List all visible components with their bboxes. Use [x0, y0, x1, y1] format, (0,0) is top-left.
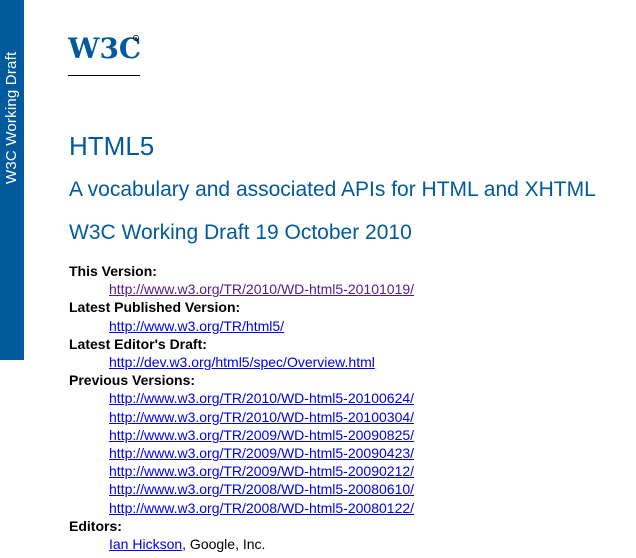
latest-editors-draft-item: http://dev.w3.org/html5/spec/Overview.ht…: [109, 353, 414, 371]
latest-published-item: http://www.w3.org/TR/html5/: [109, 317, 414, 335]
logo-text: W3C: [68, 32, 140, 65]
previous-version-link[interactable]: http://www.w3.org/TR/2009/WD-html5-20090…: [109, 463, 414, 479]
previous-version-item: http://www.w3.org/TR/2008/WD-html5-20080…: [109, 480, 414, 498]
previous-version-item: http://www.w3.org/TR/2008/WD-html5-20080…: [109, 499, 414, 517]
previous-version-link[interactable]: http://www.w3.org/TR/2010/WD-html5-20100…: [109, 409, 414, 425]
previous-version-link[interactable]: http://www.w3.org/TR/2009/WD-html5-20090…: [109, 445, 414, 461]
this-version-item: http://www.w3.org/TR/2010/WD-html5-20101…: [109, 280, 414, 298]
previous-version-item: http://www.w3.org/TR/2009/WD-html5-20090…: [109, 444, 414, 462]
latest-editors-draft-link[interactable]: http://dev.w3.org/html5/spec/Overview.ht…: [109, 354, 375, 370]
latest-editors-draft-label: Latest Editor's Draft:: [69, 335, 207, 352]
page-subtitle: A vocabulary and associated APIs for HTM…: [69, 178, 596, 201]
previous-versions-label: Previous Versions:: [69, 372, 196, 389]
draft-date: W3C Working Draft 19 October 2010: [69, 221, 412, 244]
this-version-link[interactable]: http://www.w3.org/TR/2010/WD-html5-20101…: [109, 281, 414, 297]
previous-version-link[interactable]: http://www.w3.org/TR/2010/WD-html5-20100…: [109, 390, 414, 406]
latest-published-link[interactable]: http://www.w3.org/TR/html5/: [109, 318, 284, 334]
editor-item: Ian Hickson, Google, Inc.: [109, 535, 414, 553]
w3c-logo-icon: W3C R: [68, 28, 140, 76]
editors-label: Editors:: [69, 517, 122, 534]
previous-version-item: http://www.w3.org/TR/2009/WD-html5-20090…: [109, 426, 414, 444]
page-title: HTML5: [69, 131, 155, 161]
status-bar-label: W3C Working Draft: [3, 51, 20, 184]
latest-published-label: Latest Published Version:: [69, 299, 241, 316]
this-version-label: This Version:: [69, 263, 157, 279]
document-metadata: This Version: http://www.w3.org/TR/2010/…: [69, 262, 414, 553]
previous-version-link[interactable]: http://www.w3.org/TR/2009/WD-html5-20090…: [109, 427, 414, 443]
previous-version-link[interactable]: http://www.w3.org/TR/2008/WD-html5-20080…: [109, 500, 414, 516]
svg-text:R: R: [135, 36, 138, 41]
previous-version-link[interactable]: http://www.w3.org/TR/2008/WD-html5-20080…: [109, 481, 414, 497]
editor-name-link[interactable]: Ian Hickson: [109, 536, 182, 552]
w3c-logo-link[interactable]: W3C R: [68, 28, 140, 76]
editor-affiliation: , Google, Inc.: [182, 536, 266, 553]
previous-version-item: http://www.w3.org/TR/2010/WD-html5-20100…: [109, 389, 414, 407]
previous-version-item: http://www.w3.org/TR/2009/WD-html5-20090…: [109, 462, 414, 480]
previous-version-item: http://www.w3.org/TR/2010/WD-html5-20100…: [109, 408, 414, 426]
w3c-working-draft-status-bar: W3C Working Draft: [0, 0, 24, 360]
